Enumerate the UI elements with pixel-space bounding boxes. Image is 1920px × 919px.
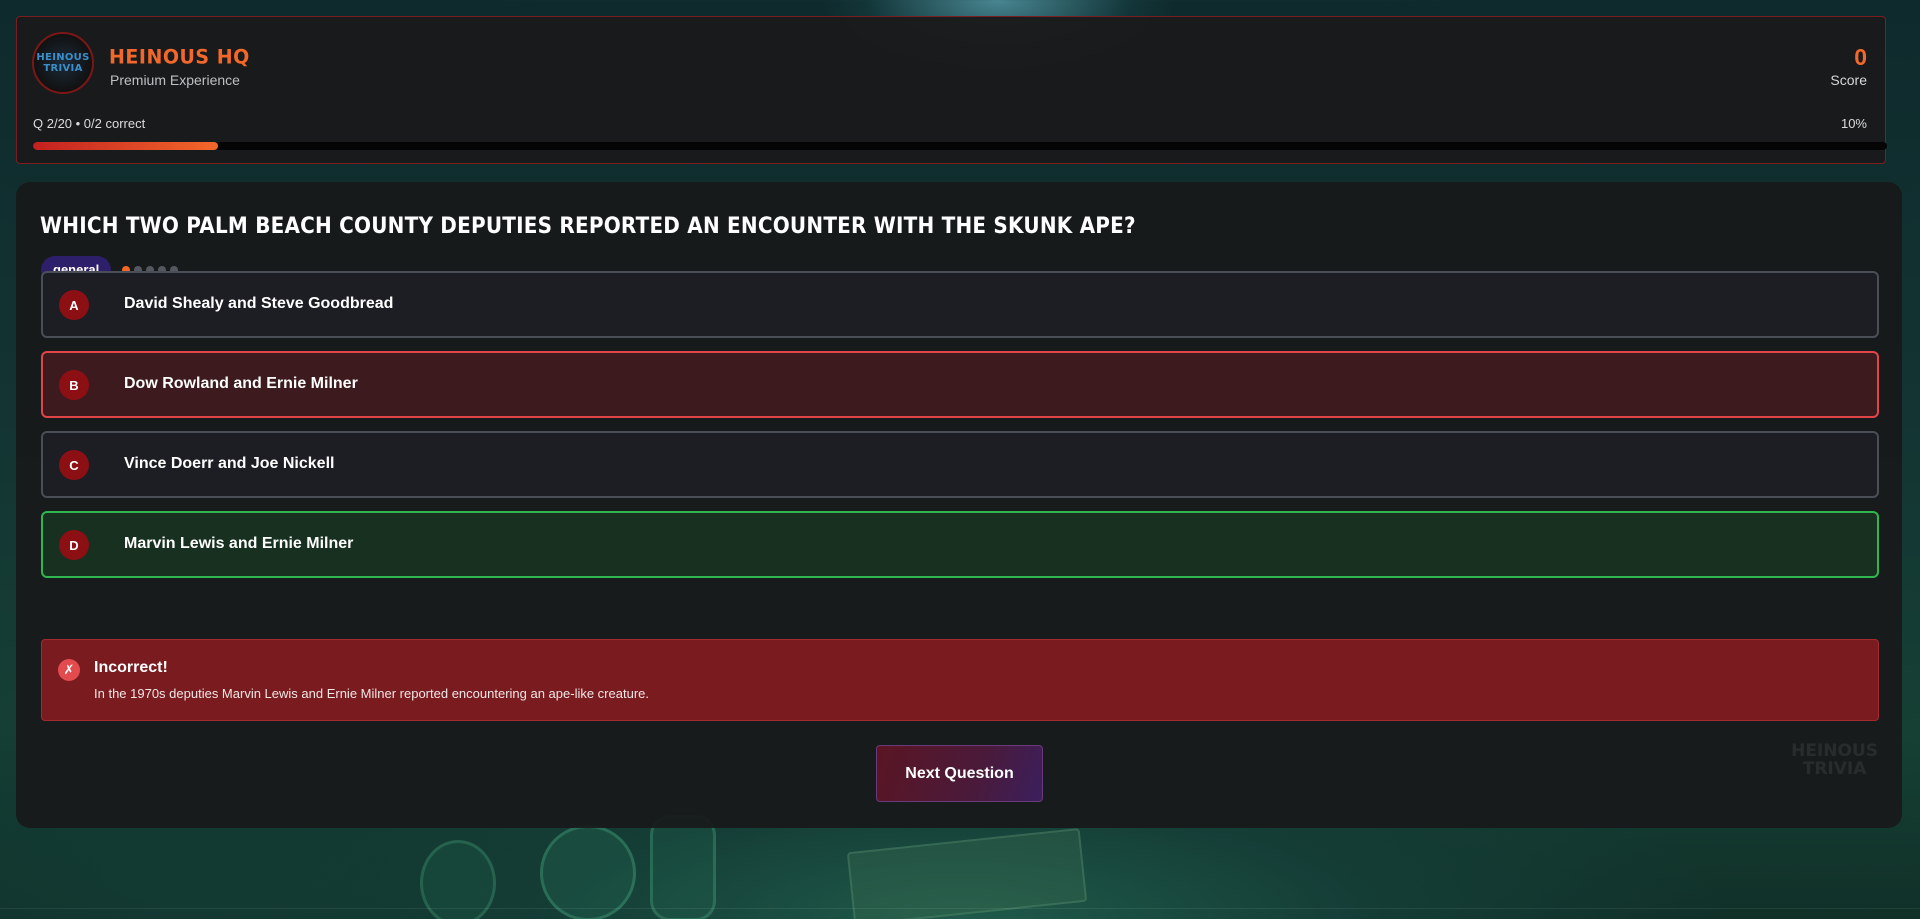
progress-text: Q 2/20 • 0/2 correct — [33, 116, 146, 131]
app-title: HEINOUS HQ — [109, 45, 250, 69]
quiz-header: HEINOUS TRIVIA HEINOUS HQ Premium Experi… — [16, 16, 1887, 164]
background-flask — [650, 815, 716, 919]
app-logo: HEINOUS TRIVIA — [32, 32, 94, 94]
answer-text: Marvin Lewis and Ernie Milner — [124, 535, 354, 552]
next-question-button[interactable]: Next Question — [876, 745, 1043, 802]
answer-letter-badge: D — [59, 530, 89, 560]
bottom-divider — [0, 908, 1920, 909]
app-subtitle: Premium Experience — [110, 72, 240, 88]
background-flask — [540, 825, 636, 919]
answer-option-b[interactable]: B Dow Rowland and Ernie Milner — [41, 351, 1879, 418]
answer-text: David Shealy and Steve Goodbread — [124, 295, 394, 312]
answer-option-d[interactable]: D Marvin Lewis and Ernie Milner — [41, 511, 1879, 578]
feedback-title: Incorrect! — [94, 659, 168, 676]
score-label: Score — [1830, 72, 1867, 88]
incorrect-x-icon: ✗ — [58, 659, 80, 681]
answer-letter-badge: A — [59, 290, 89, 320]
answer-letter-badge: C — [59, 450, 89, 480]
feedback-panel: ✗ Incorrect! In the 1970s deputies Marvi… — [41, 639, 1879, 721]
answer-text: Vince Doerr and Joe Nickell — [124, 455, 335, 472]
logo-line-2: TRIVIA — [43, 63, 83, 74]
feedback-explanation: In the 1970s deputies Marvin Lewis and E… — [94, 686, 649, 701]
score-value: 0 — [1854, 44, 1867, 70]
progress-percent: 10% — [1840, 116, 1867, 131]
background-book — [846, 827, 1088, 919]
watermark-logo: HEINOUS TRIVIA — [1791, 742, 1878, 778]
answer-letter-badge: B — [59, 370, 89, 400]
progress-bar-fill — [33, 142, 219, 150]
logo-line-1: HEINOUS — [36, 52, 90, 63]
question-text: Which two Palm Beach County deputies rep… — [40, 212, 1136, 239]
watermark-line-1: HEINOUS — [1791, 741, 1878, 761]
answer-option-c[interactable]: C Vince Doerr and Joe Nickell — [41, 431, 1879, 498]
progress-bar — [33, 142, 1887, 150]
watermark-line-2: TRIVIA — [1802, 759, 1867, 779]
answer-option-a[interactable]: A David Shealy and Steve Goodbread — [41, 271, 1879, 338]
answer-text: Dow Rowland and Ernie Milner — [124, 375, 358, 392]
question-card: Which two Palm Beach County deputies rep… — [16, 182, 1902, 828]
